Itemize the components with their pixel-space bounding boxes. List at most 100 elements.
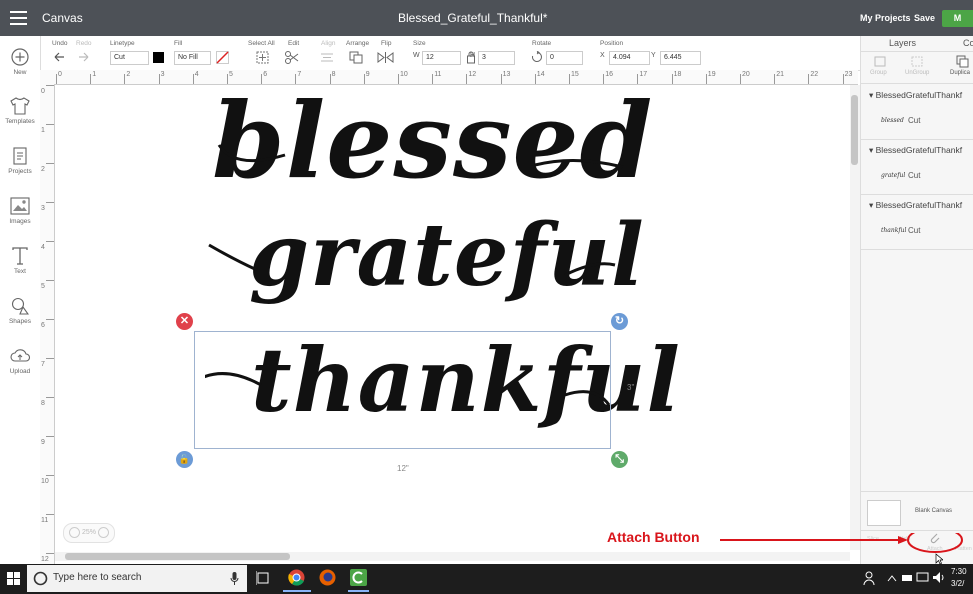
document-title: Blessed_Grateful_Thankful* <box>398 11 548 25</box>
task-view-icon[interactable] <box>256 571 270 585</box>
arrange-icon[interactable] <box>349 51 365 64</box>
windows-start-icon[interactable] <box>7 572 20 585</box>
ruler-tick <box>90 74 92 84</box>
ruler-tick <box>46 397 54 398</box>
save-button[interactable]: Save <box>914 13 935 23</box>
vertical-scroll-thumb[interactable] <box>851 95 858 165</box>
width-input[interactable]: 12 <box>422 51 461 65</box>
scissors-icon[interactable] <box>284 51 302 64</box>
selection-box[interactable] <box>194 331 611 449</box>
tab-layers[interactable]: Layers <box>889 38 916 48</box>
horizontal-scroll-thumb[interactable] <box>65 553 290 560</box>
ruler-tick <box>46 202 54 203</box>
chevron-up-icon[interactable] <box>887 574 897 582</box>
my-projects-link[interactable]: My Projects <box>860 13 911 23</box>
ruler-tick <box>46 358 54 359</box>
group-icon[interactable] <box>874 56 886 67</box>
ruler-tick <box>740 74 741 84</box>
y-position-input[interactable]: 6.445 <box>660 51 701 65</box>
lock-handle-icon[interactable]: 🔓 <box>176 451 193 468</box>
app-title: Canvas <box>42 11 83 25</box>
arrange-label: Arrange <box>346 40 370 47</box>
layer-group-2[interactable]: ▾ BlessedGratefulThankf <box>869 145 962 156</box>
ruler-tick <box>158 74 160 84</box>
ruler-tick <box>46 475 54 476</box>
sidebar-item-shapes[interactable]: Shapes <box>0 297 40 325</box>
layer-name: BlessedGratefulThankf <box>875 90 963 100</box>
linetype-color-swatch[interactable] <box>153 52 164 63</box>
no-fill-swatch-icon[interactable] <box>216 51 229 64</box>
sidebar-item-templates[interactable]: Templates <box>0 97 40 125</box>
clock-time[interactable]: 7:30 <box>951 567 967 576</box>
align-icon[interactable] <box>320 52 334 63</box>
ruler-tick-label: 4 <box>194 71 199 78</box>
ruler-tick <box>46 514 54 515</box>
make-it-button[interactable]: M <box>942 10 973 27</box>
taskbar-search[interactable]: Type here to search <box>27 565 247 592</box>
ruler-tick-label: 14 <box>536 71 545 78</box>
ruler-tick <box>46 163 54 164</box>
ruler-tick <box>671 74 673 84</box>
firefox-icon[interactable] <box>319 569 336 586</box>
undo-icon[interactable] <box>52 51 66 63</box>
ruler-tick-label: 3 <box>41 205 45 212</box>
ruler-tick <box>124 74 126 84</box>
clock-date[interactable]: 3/2/ <box>951 579 964 588</box>
duplicate-label: Duplica <box>950 70 971 76</box>
width-dimension-label: 12" <box>397 464 409 473</box>
cortana-circle-icon <box>33 571 48 586</box>
layers-panel: Layers Co Group UnGroup Duplica ▾ Blesse… <box>860 36 973 564</box>
rotate-handle-icon[interactable]: ↻ <box>611 313 628 330</box>
ruler-tick-label: 6 <box>263 71 268 78</box>
volume-icon[interactable] <box>932 571 945 584</box>
sidebar-item-new[interactable]: New <box>0 48 40 76</box>
select-all-icon[interactable] <box>256 51 269 64</box>
duplicate-icon[interactable] <box>956 55 969 68</box>
redo-icon[interactable] <box>77 51 91 63</box>
plus-circle-icon <box>11 48 29 66</box>
layer-divider <box>861 194 973 195</box>
position-label: Position <box>600 40 624 47</box>
sidebar-item-label: Images <box>9 218 31 225</box>
align-label: Align <box>321 40 336 47</box>
sidebar-item-projects[interactable]: Projects <box>0 147 40 175</box>
layer-divider <box>861 249 973 250</box>
microphone-icon[interactable] <box>230 572 239 585</box>
zoom-control[interactable]: 25% <box>63 523 115 543</box>
layer-divider <box>861 139 973 140</box>
linetype-select[interactable]: Cut <box>110 51 149 65</box>
zoom-in-icon[interactable] <box>97 526 109 538</box>
ruler-tick-label: 0 <box>58 71 62 78</box>
sidebar-item-label: Shapes <box>8 318 32 325</box>
fill-select[interactable]: No Fill <box>174 51 211 65</box>
rotate-input[interactable]: 0 <box>546 51 583 65</box>
ruler-tick-label: 20 <box>742 71 750 78</box>
people-icon[interactable] <box>863 571 875 585</box>
ungroup-icon[interactable] <box>911 56 923 67</box>
layer-group-1[interactable]: ▾ BlessedGratefulThankf <box>869 90 962 101</box>
left-sidebar: New Templates Projects Images Text Shape… <box>0 36 41 564</box>
tab-color-sync[interactable]: Co <box>963 38 973 48</box>
sidebar-item-upload[interactable]: Upload <box>0 347 40 375</box>
flip-icon[interactable] <box>377 51 395 64</box>
rotate-label: Rotate <box>532 40 552 47</box>
cricut-design-space-icon[interactable] <box>350 569 367 586</box>
search-placeholder: Type here to search <box>53 572 142 583</box>
x-position-input[interactable]: 4.094 <box>609 51 650 65</box>
sidebar-item-images[interactable]: Images <box>0 197 40 225</box>
linetype-label: Linetype <box>110 40 135 47</box>
design-canvas[interactable]: blessed grateful thankful 12" 3" 25% <box>55 79 850 550</box>
sidebar-item-text[interactable]: Text <box>0 247 40 275</box>
flip-label: Flip <box>381 40 392 47</box>
chrome-icon[interactable] <box>288 569 305 586</box>
zoom-out-icon[interactable] <box>69 526 81 538</box>
blank-canvas-swatch[interactable] <box>867 500 901 526</box>
layer-group-3[interactable]: ▾ BlessedGratefulThankf <box>869 200 962 211</box>
network-icon[interactable] <box>916 571 929 584</box>
resize-handle-icon[interactable]: ⤡ <box>611 451 628 468</box>
menu-icon[interactable] <box>10 11 27 25</box>
delete-handle-icon[interactable]: ✕ <box>176 313 193 330</box>
battery-icon[interactable] <box>901 572 914 584</box>
panel-divider <box>861 491 973 492</box>
height-input[interactable]: 3 <box>478 51 515 65</box>
